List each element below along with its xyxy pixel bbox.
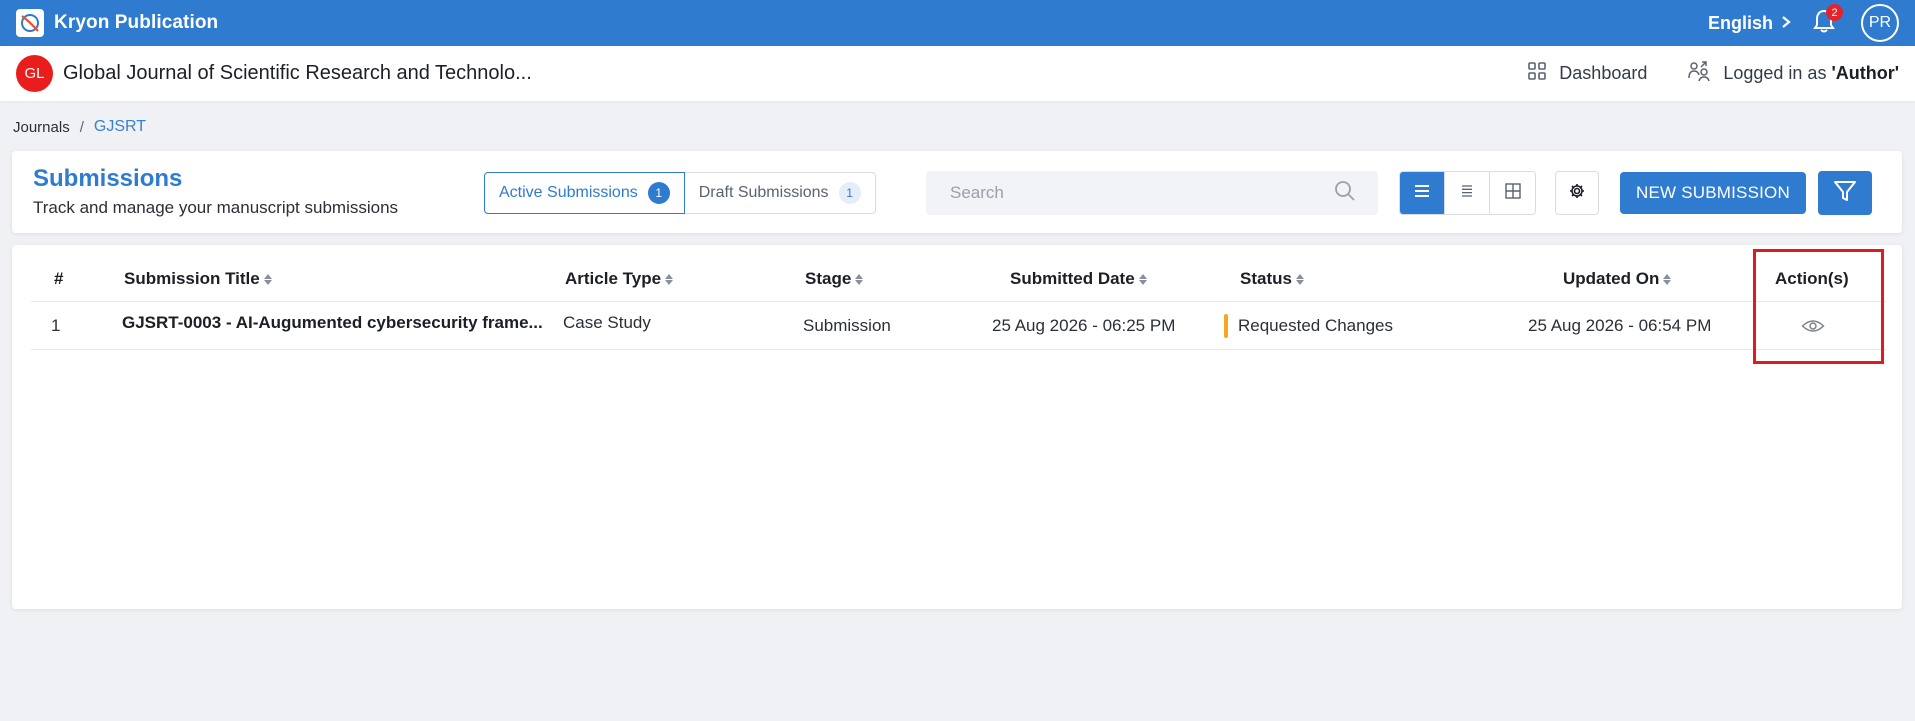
role-switcher[interactable]: Logged in as 'Author': [1687, 60, 1899, 87]
sort-icon: [855, 273, 864, 285]
page-title: Submissions: [33, 165, 183, 192]
logged-in-text: Logged in as 'Author': [1723, 63, 1899, 84]
cell-num: 1: [51, 315, 61, 335]
breadcrumb-journals[interactable]: Journals: [13, 119, 70, 136]
user-avatar[interactable]: PR: [1861, 4, 1899, 42]
dashboard-link[interactable]: Dashboard: [1527, 61, 1647, 86]
view-eye-icon[interactable]: [1801, 318, 1825, 334]
sort-icon: [263, 273, 272, 285]
chevron-right-icon: [1781, 13, 1791, 34]
view-grid-button[interactable]: [1490, 172, 1535, 214]
notifications-button[interactable]: 2: [1809, 4, 1843, 38]
table-row[interactable]: 1 GJSRT-0003 - AI-Augumented cybersecuri…: [31, 302, 1886, 350]
col-header-label: Submitted Date: [1010, 269, 1135, 288]
top-navbar: Kryon Publication English 2 PR: [0, 0, 1915, 46]
tab-label: Active Submissions: [499, 184, 638, 201]
status-label: Requested Changes: [1238, 315, 1394, 335]
col-header-label: #: [54, 269, 64, 288]
cell-article-type: Case Study: [563, 312, 651, 332]
col-header-label: Status: [1240, 269, 1292, 288]
user-switch-icon: [1687, 60, 1711, 87]
breadcrumb-separator: /: [79, 118, 84, 136]
app-name: Kryon Publication: [54, 12, 219, 33]
status-indicator: [1224, 313, 1228, 338]
dashboard-grid-icon: [1527, 61, 1547, 86]
breadcrumb: Journals / GJSRT: [13, 118, 146, 136]
cell-status: Requested Changes: [1224, 302, 1393, 349]
breadcrumb-current[interactable]: GJSRT: [94, 118, 146, 136]
tab-count-badge: 1: [647, 182, 670, 204]
col-header-status[interactable]: Status: [1240, 257, 1304, 301]
list-view-icon: [1413, 183, 1431, 204]
cell-actions: [1801, 302, 1825, 349]
journal-avatar: GL: [16, 55, 53, 92]
col-header-stage[interactable]: Stage: [805, 257, 864, 301]
view-mode-toggle: [1399, 171, 1536, 215]
grid-view-icon: [1504, 182, 1522, 205]
submission-tabs: Active Submissions 1 Draft Submissions 1: [484, 172, 876, 214]
sort-icon: [1295, 273, 1304, 285]
search-input[interactable]: [950, 183, 1310, 203]
col-header-label: Submission Title: [124, 269, 260, 288]
cell-stage: Submission: [803, 315, 891, 335]
search-box: [926, 171, 1378, 215]
language-label: English: [1707, 12, 1773, 33]
tab-count-badge: 1: [838, 182, 861, 204]
filter-button[interactable]: [1818, 171, 1872, 215]
sort-icon: [1663, 273, 1672, 285]
col-header-submitted-date[interactable]: Submitted Date: [1010, 257, 1147, 301]
tab-draft-submissions[interactable]: Draft Submissions 1: [684, 172, 876, 214]
kryon-logo-icon: [16, 9, 44, 37]
col-header-title[interactable]: Submission Title: [124, 257, 272, 301]
page-subtitle: Track and manage your manuscript submiss…: [33, 198, 399, 217]
col-header-label: Updated On: [1563, 269, 1660, 288]
notification-badge: 2: [1826, 4, 1843, 21]
cell-submission-title[interactable]: GJSRT-0003 - AI-Augumented cybersecurity…: [122, 299, 543, 346]
col-header-updated-on[interactable]: Updated On: [1563, 257, 1672, 301]
view-list-button[interactable]: [1400, 172, 1445, 214]
sort-icon: [1138, 273, 1147, 285]
tab-label: Draft Submissions: [698, 184, 829, 201]
language-selector[interactable]: English: [1708, 13, 1791, 34]
logged-in-role: 'Author': [1831, 63, 1899, 83]
col-header-label: Action(s): [1775, 269, 1849, 288]
col-header-label: Stage: [805, 269, 852, 288]
table-header-row: # Submission Title Article Type Stage Su…: [31, 257, 1886, 302]
submissions-table: # Submission Title Article Type Stage Su…: [12, 245, 1902, 609]
compact-list-icon: [1460, 184, 1474, 203]
col-header-article-type[interactable]: Article Type: [565, 257, 674, 301]
tab-active-submissions[interactable]: Active Submissions 1: [484, 172, 685, 214]
col-header-num: #: [54, 257, 63, 301]
submissions-header-card: Submissions Track and manage your manusc…: [12, 151, 1902, 233]
col-header-label: Article Type: [565, 269, 662, 288]
dashboard-label: Dashboard: [1559, 63, 1648, 83]
journal-title: Global Journal of Scientific Research an…: [63, 62, 532, 84]
settings-button[interactable]: [1555, 171, 1599, 215]
filter-icon: [1832, 178, 1858, 209]
cell-submitted-date: 25 Aug 2026 - 06:25 PM: [992, 315, 1176, 335]
logged-in-prefix: Logged in as: [1723, 63, 1832, 83]
gear-icon: [1568, 182, 1586, 205]
journal-header: GL Global Journal of Scientific Research…: [0, 46, 1915, 101]
cell-updated-on: 25 Aug 2026 - 06:54 PM: [1528, 315, 1712, 335]
sort-icon: [665, 273, 674, 285]
col-header-actions: Action(s): [1775, 257, 1849, 301]
view-compact-button[interactable]: [1445, 172, 1490, 214]
search-icon[interactable]: [1334, 180, 1356, 207]
new-submission-button[interactable]: NEW SUBMISSION: [1620, 172, 1806, 214]
brand[interactable]: Kryon Publication: [16, 9, 218, 37]
